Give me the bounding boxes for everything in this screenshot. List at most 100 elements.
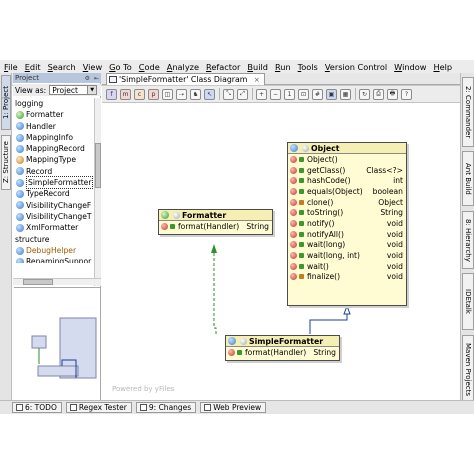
chevron-down-icon[interactable]: ▼ (87, 86, 97, 94)
tool-tab-idetalk[interactable]: IDEtalk (462, 273, 474, 330)
member-row[interactable]: getClass() Class<?> (288, 165, 406, 176)
class-name: Formatter (182, 210, 227, 220)
zoom-in-icon[interactable]: + (256, 88, 267, 100)
help-icon[interactable]: ? (401, 88, 412, 100)
class-name: Object (311, 143, 340, 153)
member-name: clone() (307, 197, 334, 207)
member-return-type: String (246, 221, 269, 231)
tree-horizontal-scrollbar[interactable] (13, 278, 101, 285)
menu-item-build[interactable]: Build (247, 62, 268, 72)
tree-package-item[interactable]: logging (13, 98, 93, 109)
fit-content-icon[interactable]: ⊡ (298, 88, 309, 100)
menu-item-edit[interactable]: Edit (25, 62, 41, 72)
grid-icon[interactable]: # (312, 88, 323, 100)
menu-item-help[interactable]: Help (433, 62, 452, 72)
menu-item-tools[interactable]: Tools (298, 62, 318, 72)
class-box-object[interactable]: Object Object() getClass() Class<?> hashCod… (287, 142, 407, 306)
member-row[interactable]: Object() (288, 154, 406, 165)
scrollbar-thumb[interactable] (95, 143, 101, 188)
tree-class-item[interactable]: MappingRecord (13, 143, 93, 154)
properties-toggle-icon[interactable]: p (148, 88, 159, 100)
member-row[interactable]: wait(long, int) void (288, 250, 406, 261)
member-row[interactable]: notify() void (288, 218, 406, 229)
view-as-select[interactable]: Project ▼ (49, 85, 98, 95)
close-icon[interactable]: × (254, 76, 260, 84)
tree-class-item[interactable]: Formatter (13, 109, 93, 120)
bend-mode-icon[interactable]: ⤢ (237, 88, 248, 100)
dependencies-icon[interactable]: ⇢ (176, 88, 187, 100)
member-row[interactable]: toString() String (288, 207, 406, 218)
tree-class-item[interactable]: VisibilityChangeT (13, 211, 93, 222)
bottom-tab-6-todo[interactable]: 6: TODO (12, 402, 62, 413)
methods-toggle-icon[interactable]: m (120, 88, 131, 100)
tool-tab-2-commander[interactable]: 2: Commander (462, 77, 474, 147)
tree-package-item[interactable]: structure (13, 234, 93, 245)
tree-item-label: structure (15, 234, 50, 244)
menu-item-version-control[interactable]: Version Control (325, 62, 387, 72)
bottom-tab-web-preview[interactable]: Web Preview (200, 402, 267, 413)
pointer-mode-icon[interactable]: ↖ (204, 88, 215, 100)
method-icon (290, 177, 297, 185)
tree-class-item[interactable]: RenamingSuppor (13, 256, 93, 263)
member-row[interactable]: format(Handler) String (226, 347, 339, 358)
animal-layout-icon[interactable]: ♞ (190, 88, 201, 100)
method-icon (290, 241, 297, 249)
tool-tab-8-hierarchy[interactable]: 8: Hierarchy (462, 211, 474, 269)
apply-layout-icon[interactable]: ▦ (340, 88, 351, 100)
refresh-icon[interactable]: ↻ (359, 88, 370, 100)
member-row[interactable]: equals(Object) boolean (288, 186, 406, 197)
layout-icon[interactable]: ▣ (326, 88, 337, 100)
export-icon[interactable]: ⎙ (373, 88, 384, 100)
class-box-formatter[interactable]: Formatter format(Handler) String (158, 209, 273, 235)
inner-classes-icon[interactable]: ◫ (162, 88, 173, 100)
actual-size-icon[interactable]: 1 (284, 88, 295, 100)
zoom-out-icon[interactable]: − (270, 88, 281, 100)
diagram-toolbar: f m c p ◫ ⇢ ♞ ↖ ⤡ ⤢ + − 1 ⊡ # ▣ ▦ ↻ ⎙ 🖶 … (102, 86, 460, 103)
bottom-tab-regex-tester[interactable]: Regex Tester (65, 402, 132, 413)
tree-class-item[interactable]: MappingType (13, 154, 93, 165)
menu-item-window[interactable]: Window (394, 62, 426, 72)
scrollbar-thumb[interactable] (23, 279, 53, 285)
print-icon[interactable]: 🖶 (387, 88, 398, 100)
menu-item-code[interactable]: Code (139, 62, 160, 72)
menu-item-view[interactable]: View (83, 62, 102, 72)
tree-class-item[interactable]: Handler (13, 121, 93, 132)
project-tool-tab[interactable]: 1: Project (1, 75, 11, 130)
menu-item-refactor[interactable]: Refactor (206, 62, 240, 72)
tree-vertical-scrollbar[interactable] (94, 98, 101, 286)
tool-tab-ant-build[interactable]: Ant Build (462, 151, 474, 206)
overview-minimap (31, 317, 97, 379)
menu-item-file[interactable]: File (4, 62, 18, 72)
member-row[interactable]: finalize() void (288, 272, 406, 283)
public-visibility-icon (237, 349, 242, 355)
member-row[interactable]: format(Handler) String (159, 221, 272, 232)
tab-class-diagram[interactable]: 'SimpleFormatter' Class Diagram × (106, 73, 265, 85)
edge-mode-icon[interactable]: ⤡ (223, 88, 234, 100)
menu-item-search[interactable]: Search (48, 62, 76, 72)
fields-toggle-icon[interactable]: f (106, 88, 117, 100)
public-visibility-icon (299, 242, 304, 248)
member-row[interactable]: wait() void (288, 261, 406, 272)
class-icon (16, 201, 24, 210)
bottom-tab-9-changes[interactable]: 9: Changes (135, 402, 197, 413)
menu-item-analyze[interactable]: Analyze (167, 62, 199, 72)
editor-tab-bar: 'SimpleFormatter' Class Diagram × (102, 73, 460, 85)
tree-class-item[interactable]: DebugHelper (13, 245, 93, 256)
tree-class-item[interactable]: MappingInfo (13, 132, 93, 143)
tree-class-item[interactable]: VisibilityChangeF (13, 200, 93, 211)
class-box-simple-formatter[interactable]: SimpleFormatter format(Handler) String (225, 335, 340, 361)
tree-class-item[interactable]: TypeRecord (13, 188, 93, 199)
member-row[interactable]: wait(long) void (288, 240, 406, 251)
diagram-overview[interactable] (14, 287, 100, 399)
tree-class-item[interactable]: XmlFormatter (13, 222, 93, 233)
member-row[interactable]: clone() Object (288, 197, 406, 208)
structure-tool-tab[interactable]: Z: Structure (1, 135, 11, 190)
tree-class-item[interactable]: SimpleFormatter (13, 176, 93, 190)
member-row[interactable]: notifyAll() void (288, 229, 406, 240)
member-row[interactable]: hashCode() int (288, 175, 406, 186)
constructors-toggle-icon[interactable]: c (134, 88, 145, 100)
menu-item-run[interactable]: Run (275, 62, 291, 72)
panel-header-icons[interactable]: ⚙ ⇤ (85, 74, 100, 84)
menu-item-go-to[interactable]: Go To (109, 62, 132, 72)
tool-tab-maven-projects[interactable]: Maven Projects (462, 335, 474, 405)
